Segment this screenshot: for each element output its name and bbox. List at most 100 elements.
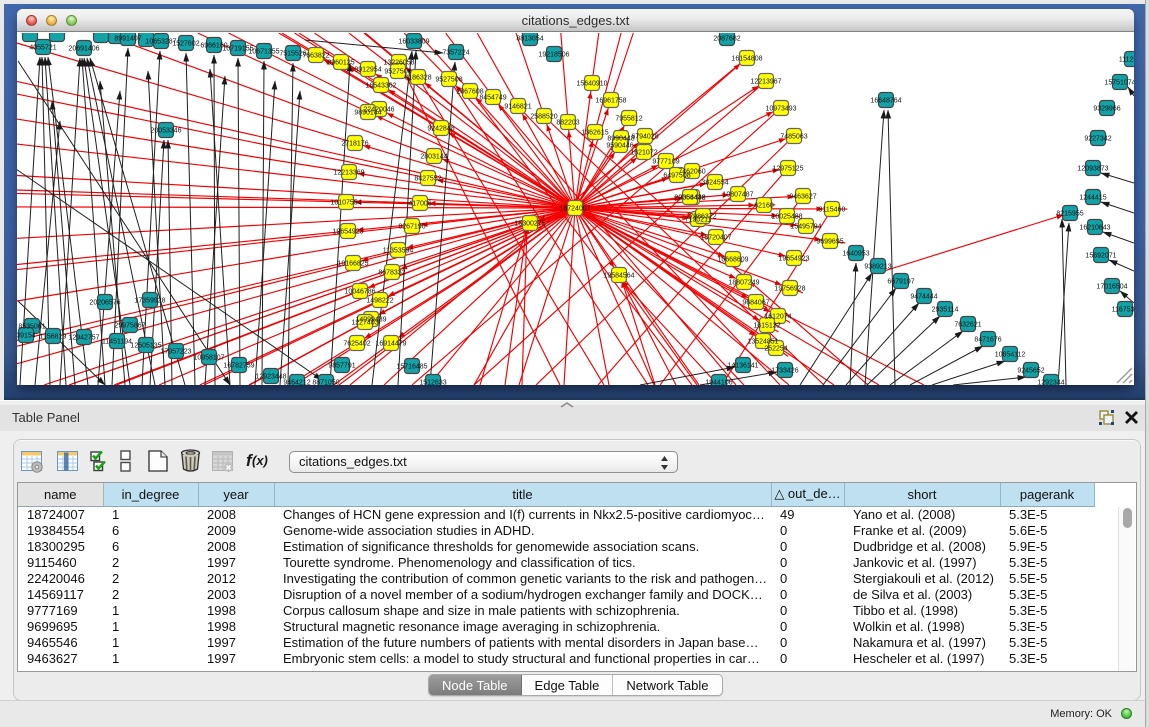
svg-text:9464212: 9464212 xyxy=(283,380,310,385)
svg-text:2803144: 2803144 xyxy=(420,154,447,161)
svg-text:19654923: 19654923 xyxy=(778,256,809,263)
svg-text:8912954: 8912954 xyxy=(354,67,381,74)
svg-text:1292344: 1292344 xyxy=(1037,380,1064,385)
svg-text:8186328: 8186328 xyxy=(404,75,431,82)
svg-text:16648764: 16648764 xyxy=(870,98,901,105)
svg-text:16961758: 16961758 xyxy=(595,98,626,105)
svg-text:9684067: 9684067 xyxy=(742,300,769,307)
svg-text:12505135: 12505135 xyxy=(130,343,161,350)
svg-text:11353594: 11353594 xyxy=(383,248,414,255)
svg-text:1112505: 1112505 xyxy=(1119,57,1134,64)
svg-text:7357224: 7357224 xyxy=(442,50,469,57)
svg-text:12923448: 12923448 xyxy=(255,374,286,381)
svg-text:15300275: 15300275 xyxy=(514,221,545,228)
svg-text:16782759: 16782759 xyxy=(223,363,254,370)
svg-text:9245652: 9245652 xyxy=(1017,368,1044,375)
svg-text:17957223: 17957223 xyxy=(160,349,191,356)
svg-text:8678332: 8678332 xyxy=(378,270,405,277)
svg-text:8960125: 8960125 xyxy=(327,60,354,67)
svg-text:2588520: 2588520 xyxy=(530,114,557,121)
svg-text:1167533: 1167533 xyxy=(1112,307,1134,314)
svg-text:1612074: 1612074 xyxy=(764,314,791,321)
svg-text:7462060: 7462060 xyxy=(678,169,705,176)
svg-text:1944106: 1944106 xyxy=(705,380,732,385)
svg-text:9146821: 9146821 xyxy=(504,104,531,111)
svg-text:9242848: 9242848 xyxy=(427,126,454,133)
svg-text:20364436: 20364436 xyxy=(674,195,705,202)
svg-text:15720407: 15720407 xyxy=(700,235,731,242)
svg-text:10107554: 10107554 xyxy=(330,200,361,207)
svg-text:10973493: 10973493 xyxy=(765,106,796,113)
svg-text:8471676: 8471676 xyxy=(974,337,1001,344)
svg-text:39154: 39154 xyxy=(17,333,36,340)
svg-text:19166825: 19166825 xyxy=(337,261,368,268)
svg-text:20206576: 20206576 xyxy=(89,300,120,307)
svg-text:8267190: 8267190 xyxy=(398,224,425,231)
svg-text:15640910: 15640910 xyxy=(576,81,607,88)
svg-text:9590446: 9590446 xyxy=(606,143,633,150)
svg-text:20691406: 20691406 xyxy=(68,46,99,53)
svg-text:12975125: 12975125 xyxy=(772,166,803,173)
svg-text:7955812: 7955812 xyxy=(615,116,642,123)
svg-text:12213369: 12213369 xyxy=(333,170,364,177)
svg-text:10046786: 10046786 xyxy=(344,289,375,296)
svg-text:16033809: 16033809 xyxy=(398,39,429,46)
svg-text:417006: 417006 xyxy=(408,201,431,208)
svg-text:18724007: 18724007 xyxy=(559,206,590,213)
svg-text:1733426: 1733426 xyxy=(771,368,798,375)
svg-text:8813054: 8813054 xyxy=(516,36,543,43)
svg-text:13524851: 13524851 xyxy=(747,339,778,346)
svg-text:9527508: 9527508 xyxy=(435,77,462,84)
svg-text:12093873: 12093873 xyxy=(1077,166,1108,173)
svg-text:16154808: 16154808 xyxy=(731,56,762,63)
svg-text:8427552: 8427552 xyxy=(414,176,441,183)
svg-text:15495794: 15495794 xyxy=(790,224,821,231)
svg-text:11451194: 11451194 xyxy=(102,339,132,346)
svg-text:17359928: 17359928 xyxy=(134,298,165,305)
svg-text:15716485: 15716485 xyxy=(396,364,427,371)
svg-text:7485063: 7485063 xyxy=(780,134,807,141)
svg-text:7663822: 7663822 xyxy=(302,53,329,60)
svg-text:1227403: 1227403 xyxy=(351,320,378,327)
svg-text:1512633: 1512633 xyxy=(419,380,446,385)
svg-text:8991407: 8991407 xyxy=(114,36,141,43)
svg-text:16210643: 16210643 xyxy=(1079,225,1110,232)
svg-text:9463627: 9463627 xyxy=(789,194,816,201)
svg-text:9329966: 9329966 xyxy=(1093,106,1120,113)
svg-text:7986372: 7986372 xyxy=(689,214,716,221)
svg-text:1156819: 1156819 xyxy=(40,334,67,341)
svg-text:6794028: 6794028 xyxy=(631,134,658,141)
svg-text:20053346: 20053346 xyxy=(150,128,181,135)
svg-text:1362615: 1362615 xyxy=(581,130,608,137)
svg-text:(x): (x) xyxy=(252,453,268,468)
svg-text:2935114: 2935114 xyxy=(932,307,959,314)
svg-text:12213967: 12213967 xyxy=(750,79,781,86)
svg-text:882203: 882203 xyxy=(556,120,579,127)
svg-text:10025488: 10025488 xyxy=(771,214,802,221)
svg-text:29975867: 29975867 xyxy=(114,323,145,330)
svg-text:1244415: 1244415 xyxy=(1079,195,1106,202)
svg-text:8871050: 8871050 xyxy=(312,380,339,385)
svg-text:62160: 62160 xyxy=(754,203,774,210)
svg-text:10807487: 10807487 xyxy=(722,192,753,199)
svg-text:6679197: 6679197 xyxy=(887,279,914,286)
svg-text:16543362: 16543362 xyxy=(365,83,396,90)
svg-text:9474444: 9474444 xyxy=(910,294,937,301)
svg-text:18807249: 18807249 xyxy=(728,280,759,287)
svg-text:9777109: 9777109 xyxy=(652,159,679,166)
svg-text:1527602: 1527602 xyxy=(172,41,199,48)
svg-text:19654923: 19654923 xyxy=(332,229,363,236)
svg-text:252254: 252254 xyxy=(764,346,787,353)
svg-text:7632621: 7632621 xyxy=(954,322,981,329)
svg-text:9699695: 9699695 xyxy=(816,239,843,246)
svg-text:15692071: 15692071 xyxy=(1085,253,1116,260)
svg-text:16914479: 16914479 xyxy=(375,341,406,348)
svg-text:19756928: 19756928 xyxy=(774,286,805,293)
svg-text:3824554: 3824554 xyxy=(701,180,728,187)
svg-text:12942757: 12942757 xyxy=(68,335,99,342)
svg-text:2718176: 2718176 xyxy=(341,141,368,148)
svg-text:10958107: 10958107 xyxy=(193,355,224,362)
svg-text:8215955: 8215955 xyxy=(1056,211,1083,218)
svg-text:19218506: 19218506 xyxy=(538,52,569,59)
svg-text:9389213: 9389213 xyxy=(864,264,891,271)
